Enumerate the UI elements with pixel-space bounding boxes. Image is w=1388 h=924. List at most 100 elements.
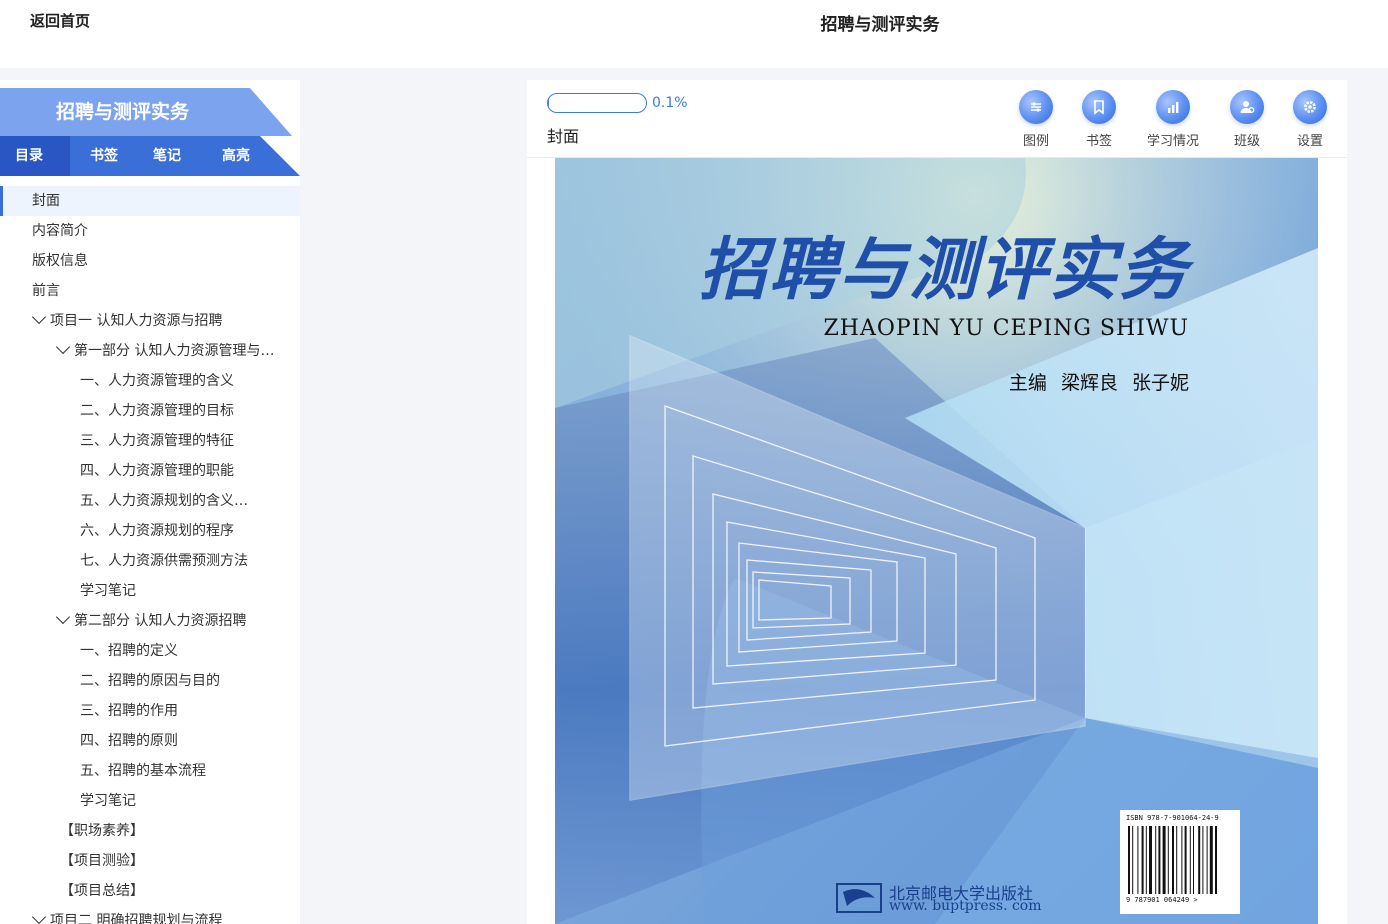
reading-progress-bar — [547, 93, 647, 113]
toc-item[interactable]: 五、人力资源规划的含义… — [0, 486, 300, 516]
toc-item-label: 第一部分 认知人力资源管理与… — [74, 343, 275, 359]
toc-item[interactable]: 学习笔记 — [0, 576, 300, 606]
barcode-bar — [1162, 826, 1166, 894]
barcode-bar — [1198, 826, 1201, 894]
tab-contents[interactable]: 目录 — [15, 136, 43, 176]
chevron-down-icon[interactable] — [31, 309, 47, 325]
toc-item[interactable]: 第一部分 认知人力资源管理与… — [0, 336, 300, 366]
toc-item-label: 二、人力资源管理的目标 — [80, 403, 234, 419]
toc-item[interactable]: 项目一 认知人力资源与招聘 — [0, 306, 300, 336]
barcode-bar — [1128, 826, 1130, 894]
settings-label: 设置 — [1296, 134, 1323, 149]
toc-item-label: 【职场素养】 — [60, 823, 144, 839]
toc-item[interactable]: 四、招聘的原则 — [0, 726, 300, 756]
barcode-bar — [1149, 826, 1152, 894]
settings-icon — [1293, 90, 1327, 124]
toc-item[interactable]: 【职场素养】 — [0, 816, 300, 846]
barcode-bar — [1155, 826, 1157, 894]
legend-icon — [1019, 90, 1053, 124]
tab-bookmarks[interactable]: 书签 — [90, 136, 118, 176]
chevron-down-icon[interactable] — [55, 339, 71, 355]
chevron-down-icon[interactable] — [55, 609, 71, 625]
tab-highlights[interactable]: 高亮 — [222, 136, 250, 176]
toc-item[interactable]: 学习笔记 — [0, 786, 300, 816]
toc-item-label: 封面 — [32, 193, 60, 209]
toc-item-label: 项目一 认知人力资源与招聘 — [50, 313, 223, 329]
toc-item-label: 学习笔记 — [80, 583, 136, 599]
toc-item[interactable]: 三、人力资源管理的特征 — [0, 426, 300, 456]
toc-item[interactable]: 三、招聘的作用 — [0, 696, 300, 726]
barcode-bar — [1137, 826, 1139, 894]
bookmark-icon — [1082, 90, 1116, 124]
page-title: 招聘与测评实务 — [820, 15, 940, 35]
legend-label: 图例 — [1022, 134, 1049, 149]
barcode-bar — [1181, 826, 1183, 894]
toc-item-label: 七、人力资源供需预测方法 — [80, 553, 248, 569]
barcode-bar — [1193, 826, 1194, 894]
toc-item[interactable]: 六、人力资源规划的程序 — [0, 516, 300, 546]
class-button[interactable]: 班级 — [1215, 90, 1279, 149]
reader-header: 0.1% 封面 图例 书签 学习情况 班级 设置 — [527, 80, 1347, 158]
publisher-url: www. buptpress. com — [889, 898, 1042, 914]
toc-item-label: 五、人力资源规划的含义… — [80, 493, 248, 509]
toc-item-label: 一、招聘的定义 — [80, 643, 178, 659]
settings-button[interactable]: 设置 — [1278, 90, 1342, 149]
barcode-bar — [1189, 826, 1191, 894]
stats-icon — [1156, 90, 1190, 124]
barcode-bar — [1132, 826, 1134, 894]
isbn-barcode: ISBN 978-7-901064-24-9 9 787901 064249 > — [1120, 810, 1240, 914]
barcode-bar — [1206, 826, 1208, 894]
sidebar-tabs: 目录 书签 笔记 高亮 — [0, 136, 300, 176]
toc-item[interactable]: 一、招聘的定义 — [0, 636, 300, 666]
barcode-bar — [1184, 826, 1187, 894]
toc-item[interactable]: 【项目总结】 — [0, 876, 300, 906]
reading-progress-text: 0.1% — [652, 95, 688, 111]
toc-item-label: 三、招聘的作用 — [80, 703, 178, 719]
sidebar-book-title: 招聘与测评实务 — [0, 88, 292, 136]
cover-pinyin: ZHAOPIN YU CEPING SHIWU — [823, 316, 1189, 341]
bookmark-button[interactable]: 书签 — [1067, 90, 1131, 149]
toc-item[interactable]: 四、人力资源管理的职能 — [0, 456, 300, 486]
book-cover: 招聘与测评实务 ZHAOPIN YU CEPING SHIWU 主编 梁辉良 张… — [555, 158, 1318, 924]
publisher-block: 北京邮电大学出版社 www. buptpress. com — [835, 880, 1045, 914]
toc-item-label: 内容简介 — [32, 223, 88, 239]
toc-item[interactable]: 二、人力资源管理的目标 — [0, 396, 300, 426]
current-section-label: 封面 — [547, 127, 580, 146]
sidebar: 招聘与测评实务 目录 书签 笔记 高亮 封面 内容简介 版权信息 前言 项目一 … — [0, 80, 300, 924]
class-icon — [1230, 90, 1264, 124]
toc-item-label: 一、人力资源管理的含义 — [80, 373, 234, 389]
toc-item[interactable]: 【项目测验】 — [0, 846, 300, 876]
toc-item-label: 第二部分 认知人力资源招聘 — [74, 613, 247, 629]
barcode-bar — [1176, 826, 1178, 894]
toc-item[interactable]: 项目二 明确招聘规划与流程 — [0, 906, 300, 924]
toc-item-label: 三、人力资源管理的特征 — [80, 433, 234, 449]
toc-item-label: 二、招聘的原因与目的 — [80, 673, 220, 689]
toc-item[interactable]: 第二部分 认知人力资源招聘 — [0, 606, 300, 636]
toc-item[interactable]: 五、招聘的基本流程 — [0, 756, 300, 786]
reader-panel: 0.1% 封面 图例 书签 学习情况 班级 设置 招聘与测评实务 ZHAOPIN… — [527, 80, 1347, 924]
barcode-bar — [1172, 826, 1174, 894]
tab-notes[interactable]: 笔记 — [153, 136, 181, 176]
chevron-down-icon[interactable] — [31, 909, 47, 924]
barcode-bar — [1202, 826, 1204, 894]
isbn-digits: 9 787901 064249 > — [1126, 896, 1198, 904]
toc-item-label: 【项目总结】 — [60, 883, 144, 899]
toc-item[interactable]: 一、人力资源管理的含义 — [0, 366, 300, 396]
barcode-bar — [1141, 826, 1144, 894]
toc-item[interactable]: 封面 — [0, 186, 300, 216]
barcode-bar — [1158, 826, 1161, 894]
top-bar: 返回首页 招聘与测评实务 — [0, 0, 1388, 68]
toc-item-label: 【项目测验】 — [60, 853, 144, 869]
toc-item-label: 五、招聘的基本流程 — [80, 763, 206, 779]
barcode-bar — [1215, 826, 1217, 894]
toc-item[interactable]: 版权信息 — [0, 246, 300, 276]
toc-item[interactable]: 内容简介 — [0, 216, 300, 246]
toc-item-label: 四、招聘的原则 — [80, 733, 178, 749]
barcode-bar — [1145, 826, 1147, 894]
toc-item-label: 项目二 明确招聘规划与流程 — [50, 913, 223, 924]
toc-item[interactable]: 二、招聘的原因与目的 — [0, 666, 300, 696]
toc-item[interactable]: 七、人力资源供需预测方法 — [0, 546, 300, 576]
toc-item[interactable]: 前言 — [0, 276, 300, 306]
legend-button[interactable]: 图例 — [1004, 90, 1068, 149]
study-stats-button[interactable]: 学习情况 — [1141, 90, 1205, 149]
